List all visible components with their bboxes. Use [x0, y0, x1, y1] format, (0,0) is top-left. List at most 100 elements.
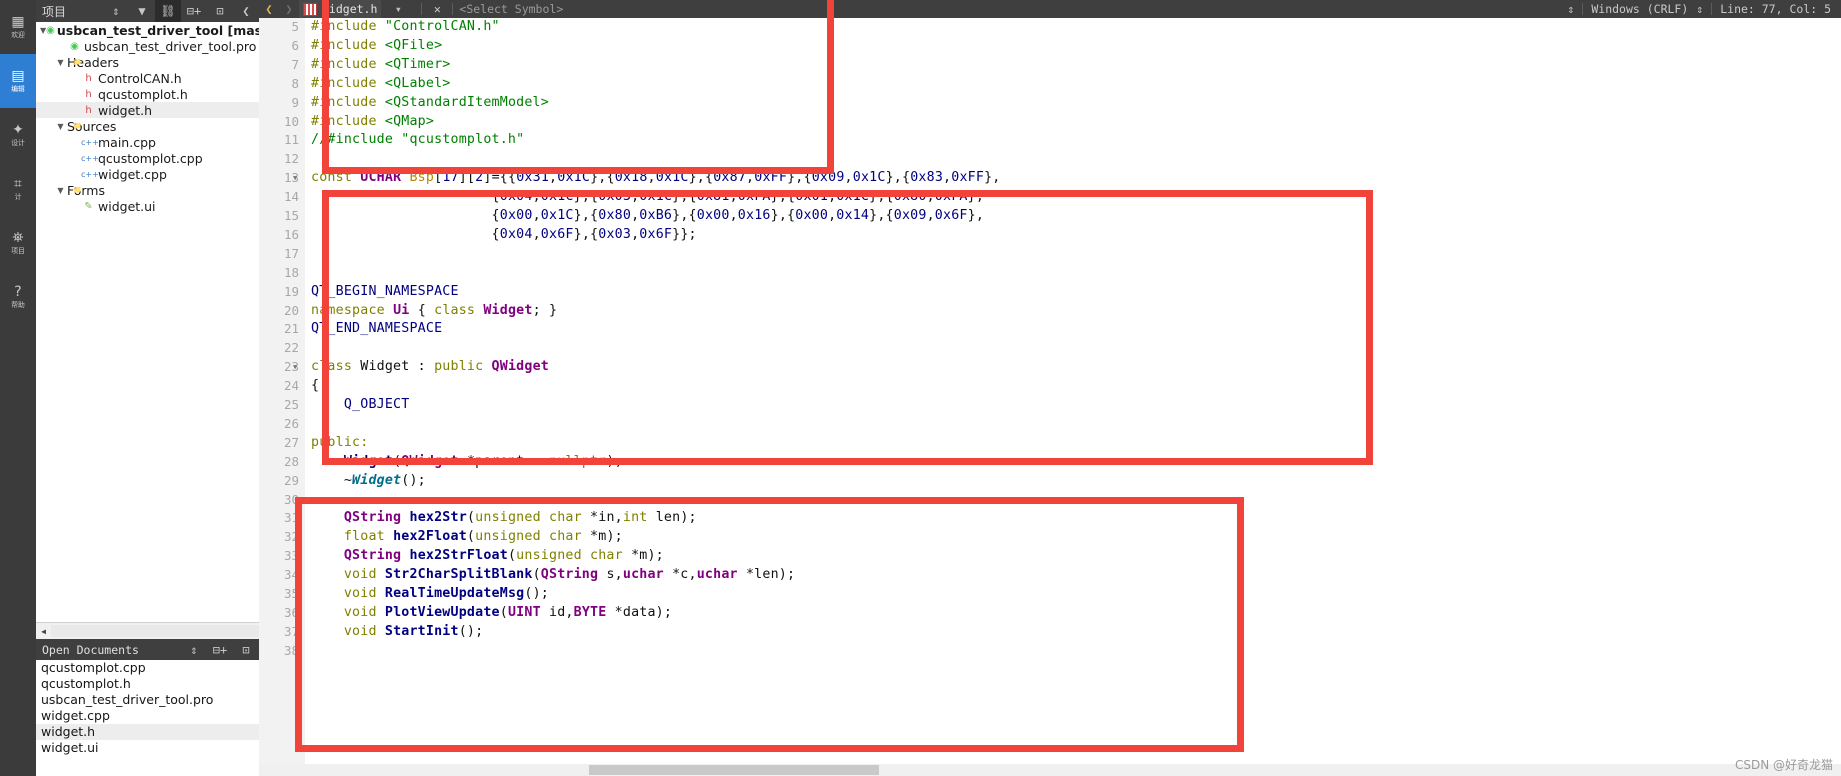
mode-help[interactable]: ? 帮助 — [0, 270, 36, 324]
nav-back-icon[interactable]: ❮ — [259, 2, 279, 16]
open-document-3[interactable]: widget.cpp — [36, 708, 259, 724]
code-token: 0x00 — [499, 208, 533, 223]
editor-tab-widget-h[interactable]: widget.h — [299, 0, 382, 18]
project-tree-hscrollbar[interactable]: ◀ — [36, 622, 259, 639]
code-token: Str2CharSplitBlank — [384, 567, 533, 583]
code-token: },{ — [787, 170, 812, 186]
h-file-icon: h — [85, 88, 92, 100]
code-token: },{ — [672, 208, 697, 223]
code-token: <QTimer> — [384, 56, 451, 72]
expand-arrow-icon[interactable]: ▼ — [54, 186, 67, 195]
code-line: #include <QMap> — [311, 113, 434, 132]
split-icon[interactable]: ⊟+ — [181, 0, 207, 22]
fold-marker-icon[interactable]: ▼ — [293, 169, 297, 188]
scroll-track[interactable] — [51, 625, 259, 637]
code-token: },{ — [590, 170, 615, 186]
code-line: QT_BEGIN_NAMESPACE — [311, 283, 459, 302]
code-token: , — [532, 208, 541, 223]
code-token: *c, — [672, 567, 697, 583]
editor-hscroll-thumb[interactable] — [589, 765, 879, 775]
link-with-editor-icon[interactable]: ⛓ — [155, 0, 181, 22]
toolbar-divider-4 — [1711, 3, 1713, 15]
code-line: QString hex2StrFloat(unsigned char *m); — [311, 547, 664, 566]
sort-selector-icon[interactable]: ⇕ — [181, 639, 207, 661]
mode-design[interactable]: ✦ 设计 — [0, 108, 36, 162]
code-token: Ui — [393, 302, 410, 318]
code-token: 0x83 — [910, 170, 944, 186]
tree-item-4[interactable]: h qcustomplot.h — [36, 86, 259, 102]
ui-file-icon: ✎ — [84, 200, 93, 212]
symbol-selector[interactable]: <Select Symbol> — [459, 2, 563, 16]
mode-edit[interactable]: ▤ 编辑 — [0, 54, 36, 108]
code-line: float hex2Float(unsigned char *m); — [311, 528, 623, 547]
open-document-0[interactable]: qcustomplot.cpp — [36, 660, 259, 676]
mode-label: 设计 — [11, 138, 25, 147]
tree-item-10[interactable]: ▼ 📁 Forms — [36, 182, 259, 198]
tree-item-8[interactable]: c++ qcustomplot.cpp — [36, 150, 259, 166]
line-number: 33 — [283, 548, 299, 564]
line-number: 22 — [283, 340, 299, 356]
watermark: CSDN @好奇龙猫 — [1734, 758, 1833, 772]
line-ending-stepper-icon[interactable]: ⇕ — [1567, 2, 1574, 16]
line-number: 16 — [283, 226, 299, 242]
close-split-icon[interactable]: ⊡ — [207, 0, 233, 22]
split-documents-icon[interactable]: ⊟+ — [207, 639, 233, 661]
fold-marker-icon[interactable]: ▼ — [293, 358, 297, 377]
line-number: 35 — [283, 586, 299, 601]
code-token: 0x18 — [614, 170, 648, 186]
mode-debug[interactable]: ⌗ 计 — [0, 162, 36, 216]
mode-projects[interactable]: ⛯ 项目 — [0, 216, 36, 270]
code-text-area[interactable]: #include "ControlCAN.h" #include <QFile> #… — [305, 18, 1841, 776]
open-document-5[interactable]: widget.ui — [36, 740, 259, 756]
mode-welcome[interactable]: ▦ 欢迎 — [0, 0, 36, 54]
code-token: },{ — [885, 170, 911, 186]
tree-item-2[interactable]: ▼ 📁 Headers — [36, 54, 259, 70]
cursor-stepper-icon[interactable]: ⇕ — [1696, 2, 1703, 16]
code-token: uchar — [696, 567, 746, 583]
code-line: {0x00,0x1C},{0x80,0xB6},{0x00,0x16},{0x0… — [311, 207, 984, 226]
open-document-4[interactable]: widget.h — [36, 724, 259, 740]
collapse-icon[interactable]: ❮ — [233, 0, 259, 22]
code-token: class — [311, 359, 361, 375]
tree-item-6[interactable]: ▼ 📁 Sources — [36, 118, 259, 134]
open-documents-list[interactable]: qcustomplot.cpp qcustomplot.h usbcan_test_… — [36, 660, 259, 776]
expand-arrow-icon[interactable]: ▼ — [54, 58, 67, 67]
filter-icon[interactable]: ▼ — [129, 0, 155, 22]
editor-tab-label: widget.h — [322, 2, 378, 16]
scroll-left-arrow-icon[interactable]: ◀ — [36, 627, 51, 636]
line-number: 11 — [283, 132, 299, 148]
mode-label: 帮助 — [11, 300, 25, 309]
line-ending-selector[interactable]: Windows (CRLF) — [1591, 2, 1688, 16]
open-document-2[interactable]: usbcan_test_driver_tool.pro — [36, 692, 259, 708]
open-document-1[interactable]: qcustomplot.h — [36, 676, 259, 692]
sync-selector-icon[interactable]: ⇕ — [103, 0, 129, 22]
expand-arrow-icon[interactable]: ▼ — [54, 122, 67, 131]
nav-forward-icon[interactable]: ❯ — [279, 2, 299, 16]
code-token: #include — [311, 94, 385, 110]
tree-item-label: widget.ui — [98, 198, 156, 214]
code-token: },{ — [573, 208, 599, 223]
close-documents-icon[interactable]: ⊡ — [233, 639, 259, 661]
tab-close-icon[interactable]: ✕ — [428, 2, 446, 16]
qt-file-icon: ◉ — [70, 40, 79, 52]
code-token: 0x6F — [639, 226, 673, 242]
editor-hscrollbar[interactable] — [259, 764, 1841, 776]
tab-dropdown-icon[interactable]: ▾ — [381, 2, 415, 16]
code-line: const UCHAR Bsp[17][2]={{0x31,0x1C},{0x1… — [311, 169, 1001, 188]
tree-item-label: usbcan_test_driver_tool.pro — [84, 38, 257, 54]
code-token: },{ — [770, 208, 796, 223]
fold-file-icon: 📁 — [73, 57, 82, 66]
project-tree[interactable]: ▼◉usbcan_test_driver_tool [master] ◉ usbca… — [36, 22, 259, 621]
code-token: <QLabel> — [384, 75, 451, 91]
tree-item-3[interactable]: h ControlCAN.h — [36, 70, 259, 86]
design-icon: ✦ — [12, 121, 24, 138]
code-token: namespace — [311, 302, 394, 318]
code-token: ( — [466, 529, 476, 545]
code-token: 0xB6 — [639, 208, 673, 223]
tree-item-11[interactable]: ✎ widget.ui — [36, 198, 259, 214]
tree-item-0[interactable]: ▼◉usbcan_test_driver_tool [master] — [36, 22, 259, 38]
tree-item-7[interactable]: c++ main.cpp — [36, 134, 259, 150]
code-line: #include <QStandardItemModel> — [311, 94, 549, 113]
welcome-icon: ▦ — [11, 13, 25, 30]
code-token: (); — [524, 586, 549, 601]
